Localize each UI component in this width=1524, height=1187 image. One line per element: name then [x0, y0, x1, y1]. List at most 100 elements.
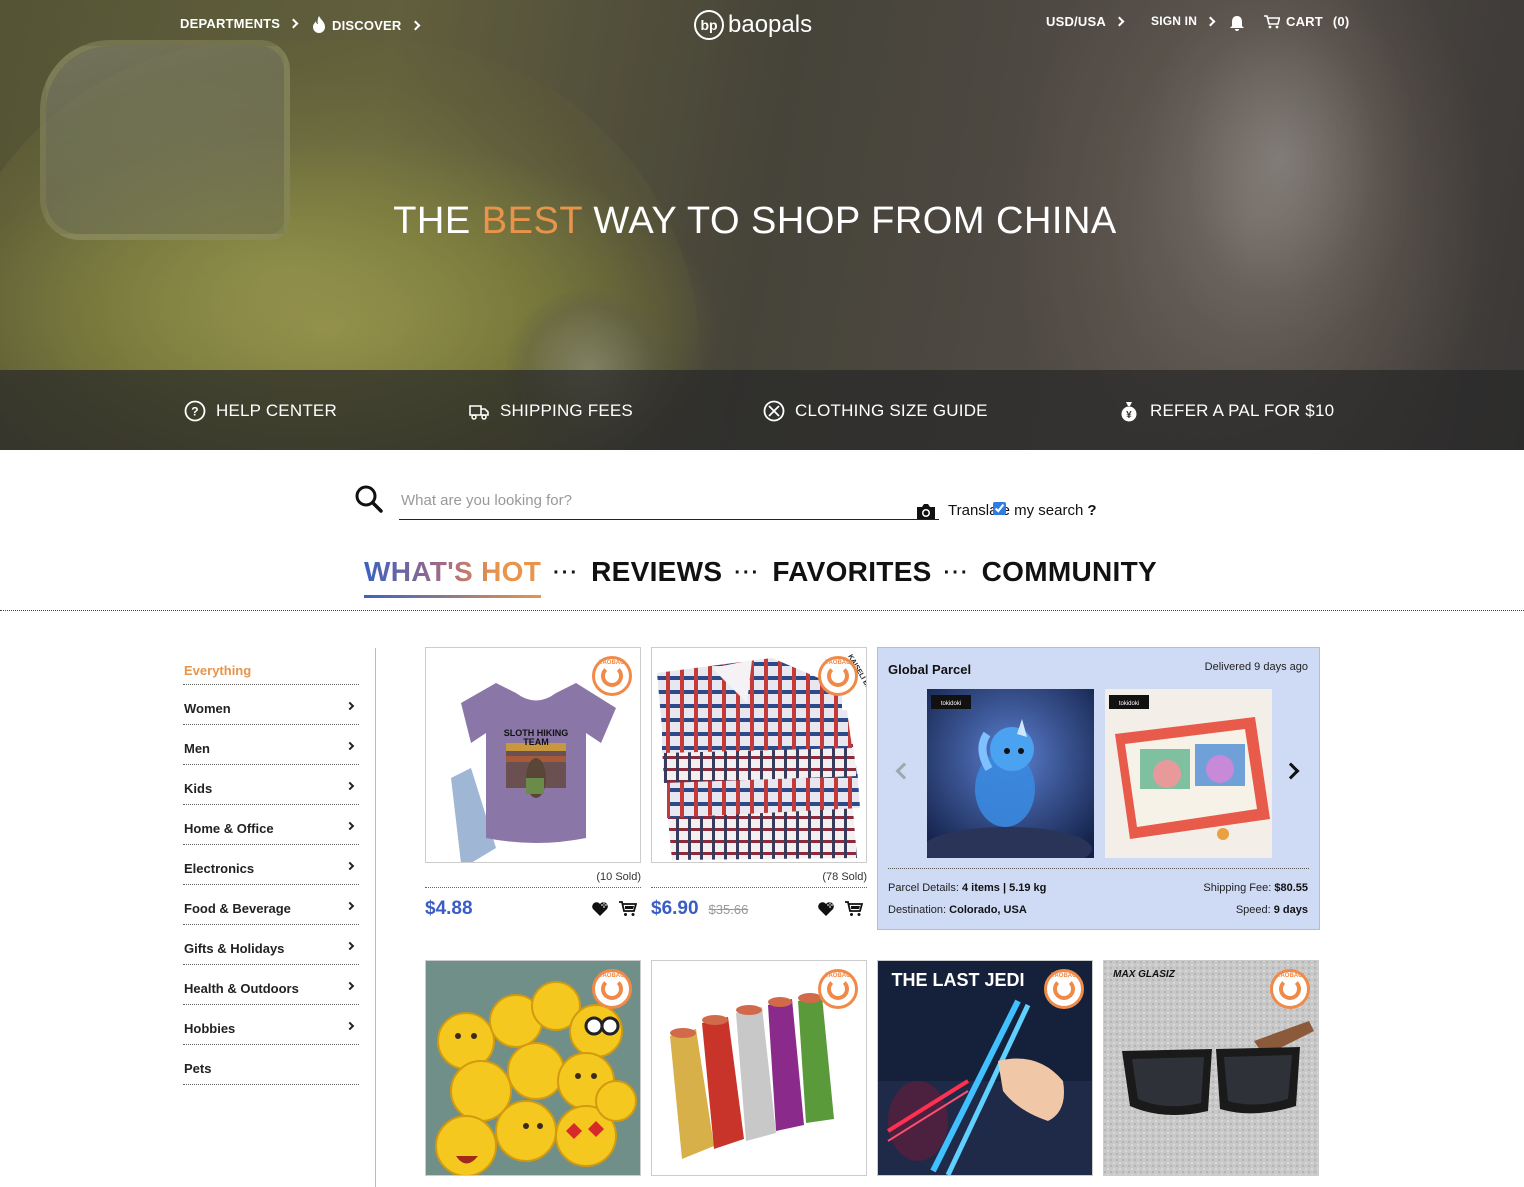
- pin-set-box-image: tokidoki: [1105, 689, 1272, 858]
- sidebar-item-women[interactable]: Women: [183, 685, 359, 725]
- chevron-right-icon: [345, 821, 355, 830]
- global-parcel-card[interactable]: Global Parcel Delivered 9 days ago tokid…: [877, 647, 1320, 930]
- tape-measure-icon: [763, 400, 785, 422]
- cart-icon: [1264, 14, 1280, 28]
- camera-icon[interactable]: [916, 502, 936, 520]
- tab-community[interactable]: COMMUNITY: [982, 556, 1157, 594]
- product-image[interactable]: SLOTH HIKING TEAM TAOBAO: [425, 647, 641, 863]
- product-image[interactable]: TAOBAO: [651, 960, 867, 1176]
- product-card[interactable]: KAISELI BAOLUO TAOBAO (78 Sold) $6.90 $3…: [651, 647, 867, 920]
- chevron-right-icon: [1114, 16, 1125, 27]
- price: $4.88: [425, 898, 473, 919]
- search-input[interactable]: [399, 482, 939, 520]
- chevron-right-icon: [345, 1021, 355, 1030]
- sidebar-divider: [375, 648, 376, 1187]
- product-card[interactable]: TAOBAO: [425, 960, 641, 1176]
- sign-in-link[interactable]: SIGN IN: [1151, 14, 1216, 28]
- help-center-link[interactable]: ? HELP CENTER: [184, 400, 337, 422]
- sidebar-item-health-outdoors[interactable]: Health & Outdoors: [183, 965, 359, 1005]
- translate-toggle[interactable]: Translate my search?: [948, 502, 1097, 519]
- svg-text:MAX GLASIZ: MAX GLASIZ: [1113, 969, 1176, 980]
- parcel-details: Parcel Details: 4 items | 5.19 kg: [888, 882, 1047, 894]
- chevron-right-icon: [345, 861, 355, 870]
- parcel-speed: Speed: 9 days: [1235, 904, 1308, 916]
- chevron-right-icon: [288, 18, 299, 29]
- original-price: $35.66: [708, 901, 749, 917]
- chevron-right-icon: [345, 701, 355, 710]
- search-icon[interactable]: [354, 484, 384, 514]
- chevron-right-icon: [410, 20, 420, 30]
- question-circle-icon: ?: [184, 400, 206, 422]
- bell-icon[interactable]: [1229, 15, 1245, 32]
- currency-selector[interactable]: USD/USA: [1046, 14, 1125, 29]
- product-image[interactable]: THE LAST JEDI TAOBAO: [877, 960, 1093, 1176]
- cart-link[interactable]: CART (0): [1264, 14, 1349, 29]
- svg-text:?: ?: [191, 405, 199, 419]
- product-image[interactable]: KAISELI BAOLUO TAOBAO: [651, 647, 867, 863]
- section-tabs: WHAT'S HOT ··· REVIEWS ··· FAVORITES ···…: [364, 556, 1157, 600]
- parcel-title: Global Parcel: [888, 662, 972, 677]
- product-card[interactable]: TAOBAO: [651, 960, 867, 1176]
- sidebar-item-food-beverage[interactable]: Food & Beverage: [183, 885, 359, 925]
- parcel-item-image[interactable]: tokidoki: [927, 689, 1094, 858]
- chevron-right-icon[interactable]: [1282, 762, 1300, 780]
- svg-text:THE LAST JEDI: THE LAST JEDI: [891, 970, 1024, 990]
- translate-checkbox[interactable]: [993, 502, 1006, 515]
- size-guide-link[interactable]: CLOTHING SIZE GUIDE: [763, 400, 988, 422]
- parcel-item-image[interactable]: tokidoki: [1105, 689, 1272, 858]
- category-sidebar: Everything Women Men Kids Home & Office …: [183, 648, 359, 1085]
- chevron-right-icon: [345, 781, 355, 790]
- tab-favorites[interactable]: FAVORITES: [772, 556, 931, 594]
- sidebar-item-hobbies[interactable]: Hobbies: [183, 1005, 359, 1045]
- svg-text:tokidoki: tokidoki: [1119, 701, 1139, 707]
- hero-banner: DEPARTMENTS DISCOVER bp baopals USD/USA …: [0, 0, 1524, 450]
- top-nav: DEPARTMENTS DISCOVER bp baopals USD/USA …: [0, 10, 1524, 40]
- svg-text:TEAM: TEAM: [523, 737, 549, 747]
- product-card[interactable]: SLOTH HIKING TEAM TAOBAO (10 Sold) $4.88: [425, 647, 641, 920]
- sidebar-item-men[interactable]: Men: [183, 725, 359, 765]
- shipping-fees-link[interactable]: SHIPPING FEES: [468, 400, 633, 422]
- product-card[interactable]: THE LAST JEDI TAOBAO: [877, 960, 1093, 1176]
- sidebar-item-home-office[interactable]: Home & Office: [183, 805, 359, 845]
- sold-count: (10 Sold): [425, 871, 641, 888]
- product-image[interactable]: TAOBAO: [425, 960, 641, 1176]
- money-bag-icon: ¥: [1121, 402, 1137, 422]
- hero-headline: THE BEST WAY TO SHOP FROM CHINA: [393, 200, 1117, 242]
- svg-text:tokidoki: tokidoki: [941, 701, 961, 707]
- chevron-right-icon: [345, 981, 355, 990]
- sidebar-item-kids[interactable]: Kids: [183, 765, 359, 805]
- taobao-badge: TAOBAO: [592, 969, 632, 1009]
- add-favorite-icon[interactable]: [591, 901, 609, 917]
- baopals-logo[interactable]: bp baopals: [694, 10, 812, 40]
- add-favorite-icon[interactable]: [817, 901, 835, 917]
- add-to-cart-icon[interactable]: [845, 901, 863, 917]
- sold-count: (78 Sold): [651, 871, 867, 888]
- taobao-badge: TAOBAO: [818, 656, 858, 696]
- tab-reviews[interactable]: REVIEWS: [591, 556, 722, 594]
- tab-whats-hot[interactable]: WHAT'S HOT: [364, 556, 542, 598]
- departments-menu[interactable]: DEPARTMENTS: [180, 16, 299, 31]
- sidebar-item-pets[interactable]: Pets: [183, 1045, 359, 1085]
- cart-count: (0): [1332, 14, 1350, 29]
- product-image[interactable]: MAX GLASIZ TAOBAO: [1103, 960, 1319, 1176]
- search-bar: Translate my search?: [354, 482, 1134, 527]
- svg-text:¥: ¥: [1126, 410, 1132, 421]
- refer-link[interactable]: ¥ REFER A PAL FOR $10: [1118, 400, 1334, 422]
- product-card[interactable]: MAX GLASIZ TAOBAO: [1103, 960, 1319, 1176]
- taobao-badge: TAOBAO: [1270, 969, 1310, 1009]
- price: $6.90: [651, 898, 699, 919]
- section-divider: [0, 610, 1524, 611]
- discover-menu[interactable]: DISCOVER: [312, 16, 420, 34]
- flame-icon: [313, 16, 325, 33]
- chevron-right-icon: [345, 901, 355, 910]
- blue-unicorn-toy-image: tokidoki: [927, 689, 1094, 858]
- sidebar-item-electronics[interactable]: Electronics: [183, 845, 359, 885]
- add-to-cart-icon[interactable]: [619, 901, 637, 917]
- translate-help-icon[interactable]: ?: [1087, 502, 1096, 519]
- truck-icon: [469, 405, 489, 420]
- sidebar-item-gifts-holidays[interactable]: Gifts & Holidays: [183, 925, 359, 965]
- taobao-badge: TAOBAO: [1044, 969, 1084, 1009]
- sidebar-item-everything[interactable]: Everything: [183, 648, 359, 685]
- parcel-shipping-fee: Shipping Fee: $80.55: [1203, 882, 1308, 894]
- chevron-left-icon[interactable]: [895, 762, 913, 780]
